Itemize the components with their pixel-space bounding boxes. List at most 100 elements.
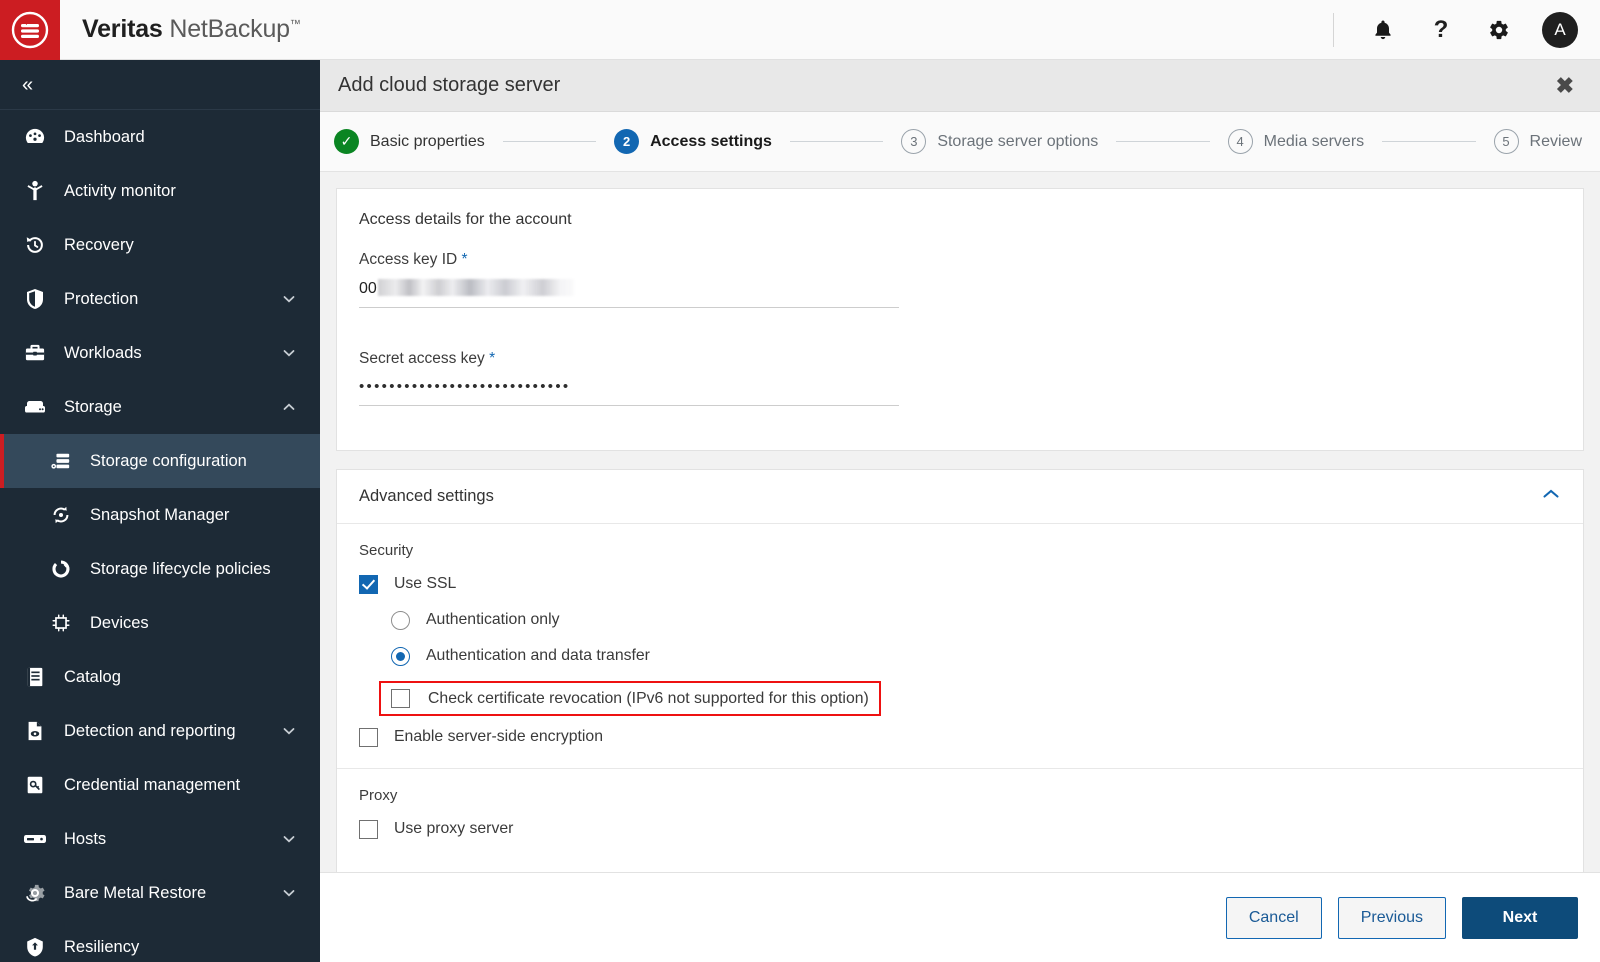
step-marker: 5 — [1493, 129, 1519, 154]
authentication-and-data-transfer-row[interactable]: Authentication and data transfer — [391, 641, 1561, 671]
sidebar-item-workloads[interactable]: Workloads — [0, 326, 320, 380]
access-key-id-input[interactable]: 00 — [359, 279, 899, 308]
toolbar-divider — [1333, 12, 1334, 47]
wizard-step-storage-server-options[interactable]: 3 Storage server options — [901, 129, 1098, 154]
close-icon[interactable]: ✖ — [1556, 74, 1574, 97]
step-connector — [789, 141, 884, 142]
brand-netbackup: NetBackup — [169, 15, 290, 43]
enable-server-side-encryption-row[interactable]: Enable server-side encryption — [359, 722, 1561, 752]
top-bar: Veritas NetBackup™ ? A — [0, 0, 1600, 60]
use-proxy-server-checkbox[interactable] — [359, 819, 378, 839]
enable-server-side-encryption-label: Enable server-side encryption — [394, 728, 603, 745]
briefcase-icon — [22, 341, 48, 365]
sidebar-item-label: Hosts — [64, 829, 107, 848]
step-label: Basic properties — [370, 132, 485, 150]
use-ssl-row[interactable]: Use SSL — [359, 569, 1561, 599]
sidebar-item-storage-lifecycle-policies[interactable]: Storage lifecycle policies — [0, 542, 320, 596]
advanced-settings-toggle[interactable]: Advanced settings — [337, 470, 1583, 524]
proxy-section: Proxy Use proxy server — [359, 769, 1561, 872]
secret-access-key-label-text: Secret access key — [359, 350, 485, 367]
secret-access-key-field: Secret access key * ••••••••••••••••••••… — [359, 350, 1561, 406]
cancel-button[interactable]: Cancel — [1225, 896, 1322, 939]
access-key-id-label: Access key ID * — [359, 251, 1561, 269]
authentication-only-row[interactable]: Authentication only — [391, 605, 1561, 635]
check-certificate-revocation-checkbox[interactable] — [391, 689, 410, 708]
use-proxy-server-label: Use proxy server — [394, 820, 514, 837]
use-ssl-checkbox[interactable] — [359, 574, 378, 594]
chevron-down-icon[interactable] — [282, 724, 296, 738]
veritas-logo-icon — [11, 11, 49, 48]
enable-server-side-encryption-checkbox[interactable] — [359, 727, 378, 747]
sidebar-item-activity-monitor[interactable]: Activity monitor — [0, 164, 320, 218]
wizard-footer: Cancel Previous Next — [320, 872, 1600, 962]
main-panel: Add cloud storage server ✖ ✓ Basic prope… — [320, 60, 1600, 962]
step-marker: 3 — [901, 129, 927, 154]
sidebar-item-label: Devices — [90, 613, 149, 632]
storage-drive-icon — [22, 395, 48, 419]
sidebar-item-label: Detection and reporting — [64, 721, 236, 740]
document-eye-icon — [22, 719, 48, 743]
veritas-logo — [0, 0, 60, 60]
sidebar-item-label: Storage configuration — [90, 451, 247, 470]
sidebar-item-protection[interactable]: Protection — [0, 272, 320, 326]
settings-button[interactable] — [1470, 0, 1528, 60]
previous-button[interactable]: Previous — [1337, 896, 1446, 939]
authentication-and-data-transfer-radio[interactable] — [391, 646, 410, 666]
chevron-down-icon[interactable] — [282, 346, 296, 360]
proxy-heading: Proxy — [359, 787, 398, 804]
wizard-step-media-servers[interactable]: 4 Media servers — [1227, 129, 1364, 154]
access-key-id-value: 00 — [359, 280, 377, 297]
sidebar-item-storage-configuration[interactable]: Storage configuration — [0, 434, 320, 488]
sidebar-item-label: Resiliency — [64, 937, 140, 956]
chevron-up-icon[interactable] — [282, 400, 296, 414]
notifications-button[interactable] — [1354, 0, 1412, 60]
step-label: Storage server options — [937, 132, 1099, 150]
access-details-heading: Access details for the account — [359, 211, 572, 228]
sidebar-item-recovery[interactable]: Recovery — [0, 218, 320, 272]
sidebar-item-snapshot-manager[interactable]: Snapshot Manager — [0, 488, 320, 542]
sidebar-nav: « Dashboard Activity monitor Recovery Pr… — [0, 60, 320, 962]
sidebar-item-credential-management[interactable]: Credential management — [0, 758, 320, 812]
authentication-only-radio[interactable] — [391, 610, 410, 630]
step-connector — [1116, 141, 1210, 142]
sidebar-item-label: Recovery — [64, 235, 134, 254]
advanced-settings-card: Advanced settings Security Use SSL Authe… — [336, 469, 1584, 872]
advanced-settings-body: Security Use SSL Authentication only Aut… — [337, 524, 1583, 872]
access-key-id-label-text: Access key ID — [359, 251, 458, 268]
sidebar-item-bare-metal-restore[interactable]: Bare Metal Restore — [0, 866, 320, 920]
sidebar-collapse-button[interactable]: « — [0, 60, 320, 110]
sidebar-item-detection-and-reporting[interactable]: Detection and reporting — [0, 704, 320, 758]
chevron-down-icon[interactable] — [282, 832, 296, 846]
wizard-step-access-settings[interactable]: 2 Access settings — [614, 129, 772, 154]
sidebar-item-catalog[interactable]: Catalog — [0, 650, 320, 704]
dialog-header: Add cloud storage server ✖ — [320, 60, 1600, 112]
chevron-down-icon[interactable] — [282, 886, 296, 900]
sidebar-item-hosts[interactable]: Hosts — [0, 812, 320, 866]
sidebar-item-dashboard[interactable]: Dashboard — [0, 110, 320, 164]
step-marker: ✓ — [334, 129, 359, 154]
next-button[interactable]: Next — [1462, 896, 1578, 939]
wizard-step-basic-properties[interactable]: ✓ Basic properties — [334, 129, 485, 154]
resiliency-shield-icon — [22, 935, 48, 959]
sidebar-item-resiliency[interactable]: Resiliency — [0, 920, 320, 962]
chevron-up-icon[interactable] — [1541, 487, 1561, 506]
secret-access-key-value: •••••••••••••••••••••••••••• — [359, 378, 571, 395]
user-avatar[interactable]: A — [1542, 11, 1578, 48]
sidebar-item-label: Catalog — [64, 667, 121, 686]
sidebar-item-storage[interactable]: Storage — [0, 380, 320, 434]
chevron-double-left-icon: « — [22, 73, 34, 96]
wizard-step-review[interactable]: 5 Review — [1493, 129, 1582, 154]
shield-icon — [22, 287, 48, 311]
redacted-value-overlay — [377, 279, 574, 296]
sidebar-item-devices[interactable]: Devices — [0, 596, 320, 650]
step-marker: 4 — [1227, 129, 1253, 154]
use-proxy-server-row[interactable]: Use proxy server — [359, 814, 1561, 844]
server-config-icon — [48, 449, 74, 473]
chevron-down-icon[interactable] — [282, 292, 296, 306]
sidebar-item-label: Workloads — [64, 343, 142, 362]
help-button[interactable]: ? — [1412, 0, 1470, 60]
secret-access-key-input[interactable]: •••••••••••••••••••••••••••• — [359, 378, 899, 406]
bell-icon — [1375, 20, 1391, 39]
check-certificate-revocation-label: Check certificate revocation (IPv6 not s… — [428, 689, 869, 707]
activity-person-icon — [22, 179, 48, 203]
